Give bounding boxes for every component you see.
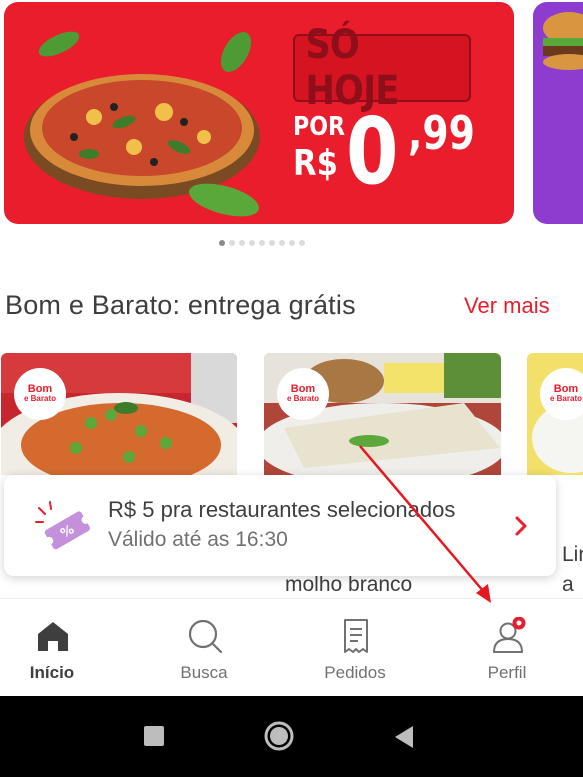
receipt-icon (344, 619, 368, 653)
recents-square-icon[interactable] (144, 726, 164, 746)
badge-line2: e Barato (549, 394, 582, 403)
nav-label: Início (29, 663, 75, 682)
nav-item-inicio[interactable]: Início (2, 599, 102, 697)
product-name: molho branco (285, 573, 413, 596)
bom-e-barato-badge: Bom e Barato (14, 368, 66, 420)
carousel-dot (279, 240, 285, 246)
badge-line2: e Barato (286, 394, 319, 403)
bottom-navigation: Início Busca Pedidos Perfil (0, 598, 583, 696)
badge-line1: Bom (553, 383, 579, 395)
nav-item-pedidos[interactable]: Pedidos (305, 599, 405, 697)
promo-price-integer: 0 (346, 98, 399, 205)
coupon-ticket-icon: % (35, 501, 90, 550)
promo-currency: R$ (293, 143, 338, 184)
carousel-dot (239, 240, 245, 246)
bom-e-barato-badge: Bom e Barato (540, 368, 583, 420)
chevron-right-icon[interactable] (512, 515, 530, 537)
nav-item-busca[interactable]: Busca (154, 599, 254, 697)
carousel-dot (229, 240, 235, 246)
carousel-dot-active (219, 240, 225, 246)
badge-line1: Bom (290, 383, 316, 395)
carousel-dot (299, 240, 305, 246)
search-icon (188, 619, 223, 654)
pizza-image (24, 31, 260, 217)
product-image: Bom e Barato (1, 353, 237, 475)
profile-icon (493, 617, 526, 653)
product-name: Lin (562, 543, 583, 566)
nav-label: Perfil (487, 663, 527, 682)
carousel-dot (249, 240, 255, 246)
carousel-dots (219, 240, 305, 246)
promo-banner-next[interactable] (533, 2, 583, 224)
nav-item-perfil[interactable]: Perfil (457, 599, 557, 697)
system-navigation-bar (0, 696, 583, 777)
promo-price-cents: ,99 (408, 106, 475, 160)
section-title: Bom e Barato: entrega grátis (5, 290, 356, 320)
product-image: Bom e Barato (527, 353, 583, 475)
home-circle-icon[interactable] (264, 721, 294, 751)
back-triangle-icon[interactable] (393, 724, 415, 750)
product-image: Bom e Barato (264, 353, 501, 475)
bom-e-barato-badge: Bom e Barato (277, 368, 329, 420)
home-icon (38, 622, 68, 651)
carousel-dot (259, 240, 265, 246)
carousel-dot (269, 240, 275, 246)
nav-label: Busca (180, 663, 228, 682)
burger-image (543, 12, 583, 70)
carousel-dot (289, 240, 295, 246)
coupon-banner[interactable]: % R$ 5 pra restaurantes selecionados Vál… (4, 475, 556, 576)
badge-line2: e Barato (23, 394, 56, 403)
promo-banner[interactable]: SÓ HOJE POR R$ 0 ,99 (4, 2, 514, 224)
nav-label: Pedidos (324, 663, 386, 682)
promo-title-box: SÓ HOJE (293, 22, 471, 114)
see-more-link[interactable]: Ver mais (464, 293, 550, 319)
coupon-title: R$ 5 pra restaurantes selecionados (108, 497, 456, 522)
promo-carousel[interactable]: SÓ HOJE POR R$ 0 ,99 (0, 0, 583, 230)
coupon-subtitle: Válido até as 16:30 (108, 528, 288, 551)
promo-price-prefix: POR (293, 112, 346, 142)
badge-line1: Bom (27, 383, 53, 395)
